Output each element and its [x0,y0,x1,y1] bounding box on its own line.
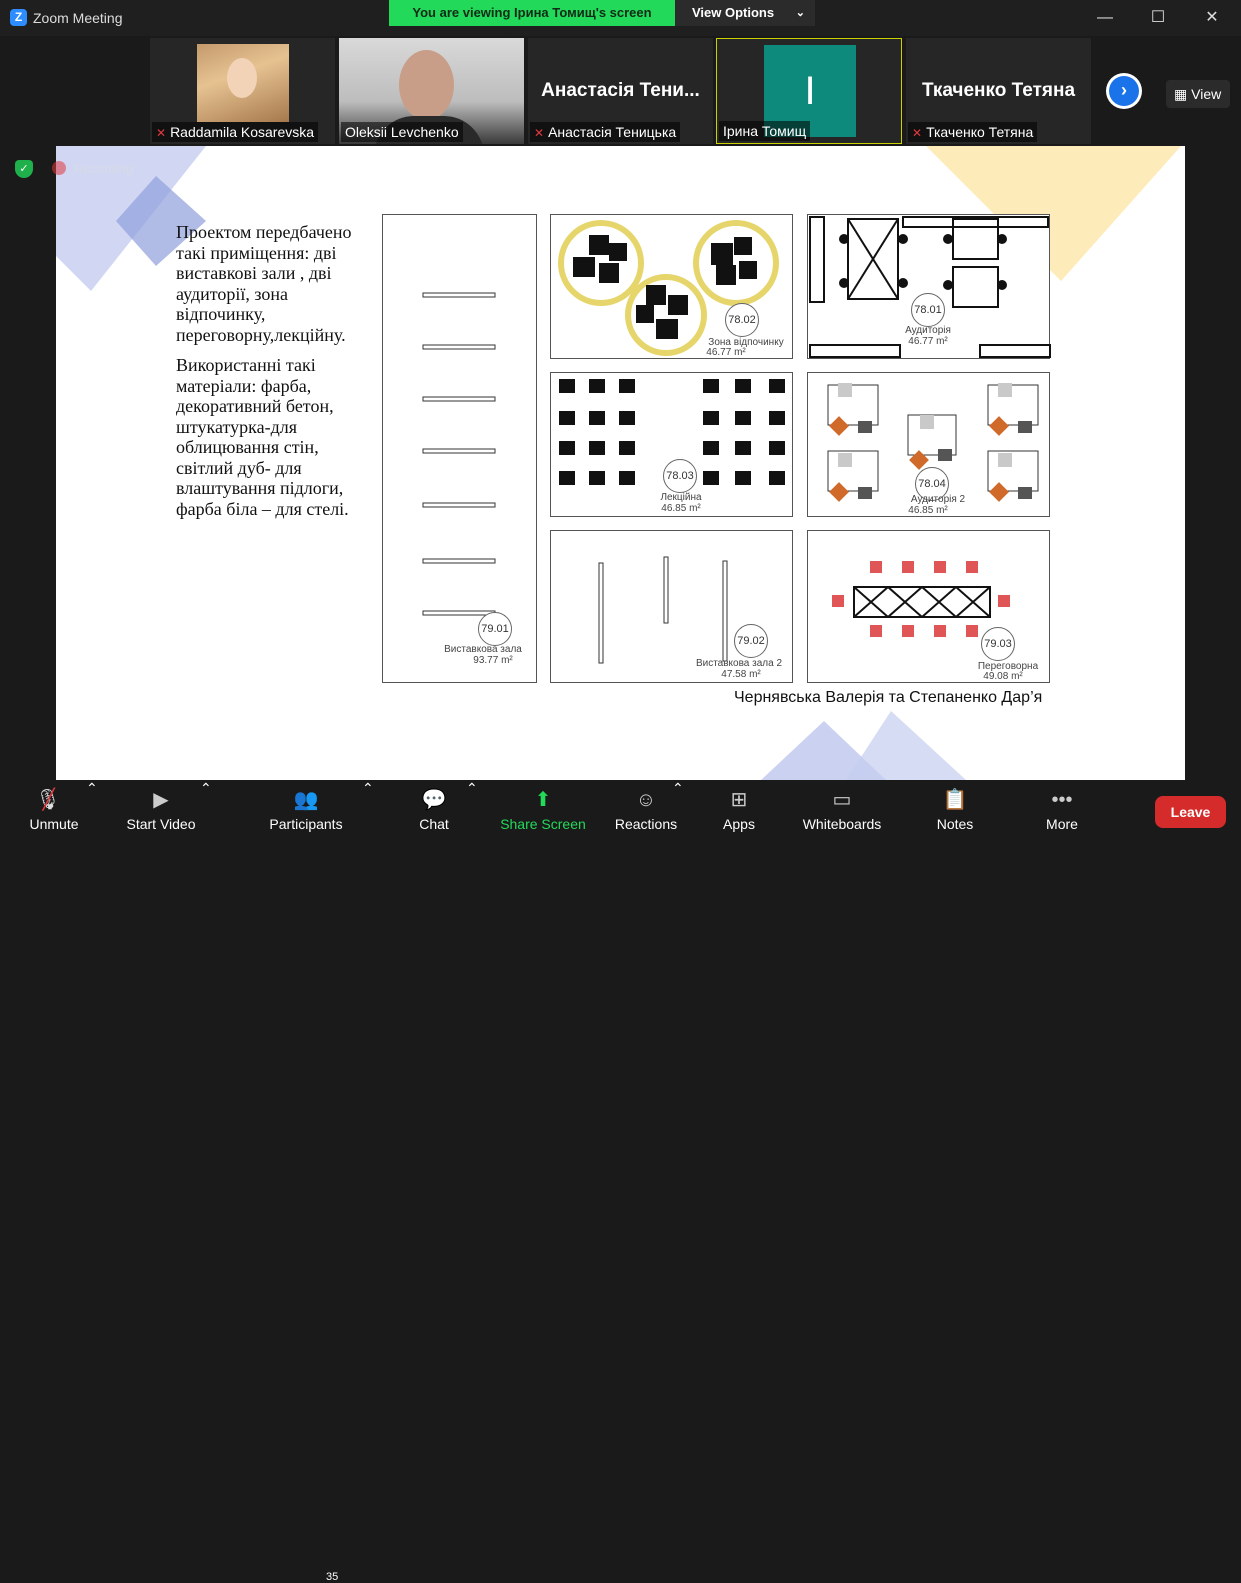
next-page-button[interactable]: › [1106,73,1142,109]
participant-display-name: Ткаченко Тетяна [921,80,1076,101]
room-number: 78.02 [725,303,759,337]
floor-plan-room: 78.04 Аудиторія 2 46.85 m² [807,372,1050,517]
notes-icon: 📋 [942,789,968,811]
participant-name-tag: Ірина Томищ [719,121,811,141]
room-number: 79.03 [981,627,1015,661]
chevron-right-icon: › [1109,76,1139,106]
mic-muted-icon: ✕ [912,126,923,140]
room-area: 46.77 m² [706,347,746,358]
grid-icon: ▦ [1174,86,1188,102]
mic-muted-icon: ✕ [156,126,167,140]
room-name: Аудиторія 2 [910,494,966,505]
video-tile[interactable]: Oleksii Levchenko [339,38,524,144]
room-name: Виставкова зала 2 [695,658,783,669]
room-number: 78.03 [663,459,697,493]
left-margin: ✓ [0,146,56,780]
participant-gallery: ✕ Raddamila Kosarevska Oleksii Levchenko … [0,36,1241,146]
view-options-label: View Options [692,5,775,20]
participant-name-tag: Oleksii Levchenko [341,122,463,142]
room-area: 49.08 m² [983,671,1023,682]
room-area: 47.58 m² [721,669,761,680]
chevron-down-icon: ⌄ [795,7,805,19]
leave-button[interactable]: Leave [1155,796,1226,828]
room-area: 46.77 m² [908,336,948,347]
room-number: 78.01 [911,293,945,327]
participant-display-name: Анастасія Тени... [541,80,700,101]
video-tile[interactable]: ✕ Raddamila Kosarevska [150,38,335,144]
room-name: Лекційна [660,492,702,503]
close-button[interactable]: ✕ [1197,6,1227,30]
room-area: 46.85 m² [908,505,948,516]
microphone-muted-icon: 🎙╱ [35,789,61,811]
recording-indicator[interactable]: Recording [52,161,133,176]
participants-button[interactable]: 👥 Participants [264,780,348,843]
floor-plan-room: 78.01 Аудиторія 46.77 m² [807,214,1051,359]
share-screen-button[interactable]: ⬆ Share Screen [498,780,588,843]
video-tile-active-speaker[interactable]: І Ірина Томищ [716,38,902,144]
view-label: View [1191,86,1222,102]
whiteboards-button[interactable]: ▭ Whiteboards [798,780,886,843]
reaction-smiley-icon: ☺ [635,789,657,811]
whiteboard-icon: ▭ [832,789,852,811]
room-number: 79.02 [734,624,768,658]
participant-photo [197,44,289,122]
record-dot-icon [52,161,66,175]
slide-paragraph-rooms: Проектом передбачено такі приміщення: дв… [176,222,352,345]
video-tile[interactable]: Анастасія Тени... ✕ Анастасія Теницька [528,38,713,144]
participant-name-tag: ✕ Ткаченко Тетяна [908,122,1038,142]
notes-button[interactable]: 📋 Notes [932,780,978,843]
video-off-icon: ▶ [153,789,169,811]
slide-body-text: Проектом передбачено такі приміщення: дв… [176,222,366,529]
room-area: 46.85 m² [661,503,701,514]
floor-plan-room: 78.02 Зона відпочинку 46.77 m² [550,214,793,359]
floor-plan-room: 79.03 Переговорна 49.08 m² [807,530,1050,683]
window-title: Zoom Meeting [33,10,123,26]
shield-icon[interactable]: ✓ [15,160,33,178]
video-tile[interactable]: Ткаченко Тетяна ✕ Ткаченко Тетяна [906,38,1091,144]
meeting-toolbar: 🎙╱ Unmute ⌃ ▶ Start Video ⌃ 👥 Participan… [0,780,1241,1583]
video-options-caret[interactable]: ⌃ [200,780,212,843]
mic-muted-icon: ✕ [534,126,545,140]
room-name: Аудиторія [905,325,951,336]
minimize-button[interactable]: — [1090,6,1120,30]
participants-icon: 👥 [293,789,319,811]
right-margin [1185,146,1241,780]
share-screen-icon: ⬆ [534,789,552,811]
room-area: 93.77 m² [473,655,513,666]
reactions-options-caret[interactable]: ⌃ [672,780,684,843]
shared-screen: Проектом передбачено такі приміщення: дв… [56,146,1185,780]
apps-icon: ⊞ [730,789,748,811]
participant-name-tag: ✕ Raddamila Kosarevska [152,122,319,142]
slide-authors: Чернявська Валерія та Степаненко Дар’я [734,689,1043,706]
chat-icon: 💬 [421,789,447,811]
floor-plan-room: 78.03 Лекційна 46.85 m² [550,372,793,517]
slide-paragraph-materials: Використанні такі матеріали: фарба, деко… [176,355,349,519]
audio-options-caret[interactable]: ⌃ [86,780,98,843]
reactions-button[interactable]: ☺ Reactions [612,780,680,843]
exhibition-stands [422,292,496,616]
floor-plan-room: 79.02 Виставкова зала 2 47.58 m² [550,530,793,683]
start-video-button[interactable]: ▶ Start Video [118,780,204,843]
room-number: 79.01 [478,612,512,646]
apps-button[interactable]: ⊞ Apps [718,780,760,843]
participant-count: 35 [326,1571,339,1583]
more-dots-icon: ••• [1051,789,1073,811]
chat-button[interactable]: 💬 Chat [410,780,458,843]
view-options-button[interactable]: View Options ⌄ [675,0,815,26]
participants-options-caret[interactable]: ⌃ [362,780,374,843]
zoom-icon: Z [10,9,27,26]
room-name: Виставкова зала [444,644,522,655]
view-button[interactable]: ▦ View [1166,80,1230,108]
unmute-button[interactable]: 🎙╱ Unmute [20,780,88,843]
more-button[interactable]: ••• More [1040,780,1084,843]
chat-options-caret[interactable]: ⌃ [466,780,478,843]
maximize-button[interactable]: ☐ [1143,6,1173,30]
viewing-screen-banner: You are viewing Ірина Томищ's screen [389,0,675,26]
floor-plan-room: 79.01 Виставкова зала 93.77 m² [382,214,537,683]
participant-name-tag: ✕ Анастасія Теницька [530,122,681,142]
